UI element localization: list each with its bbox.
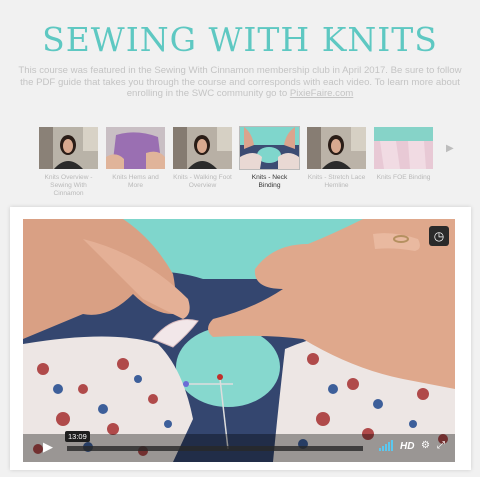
- thumbnail-caption: Knits Hems and More: [112, 174, 159, 189]
- clock-icon[interactable]: ◷: [429, 226, 449, 246]
- thumbnail-image: [374, 127, 433, 169]
- thumbnail-caption: Knits - Neck Binding: [251, 174, 288, 189]
- time-badge: 13:09: [65, 431, 90, 442]
- thumbnail-walking-foot[interactable]: Knits - Walking Foot Overview: [173, 127, 232, 190]
- thumbnail-caption: Knits Overview - Sewing With Cinnamon: [44, 174, 93, 197]
- thumbnail-caption: Knits - Stretch Lace Hemline: [307, 174, 366, 189]
- thumbnail-image: [307, 127, 366, 169]
- progress-track[interactable]: [67, 446, 363, 451]
- thumbnail-neck-binding[interactable]: Knits - Neck Binding: [239, 126, 300, 190]
- thumbnail-image: [239, 126, 300, 170]
- pixiefaire-link[interactable]: PixieFaire.com: [290, 88, 353, 99]
- thumbnail-foe-binding[interactable]: Knits FOE Binding: [374, 127, 433, 182]
- hd-label[interactable]: HD: [400, 441, 414, 452]
- page-title: SEWING WITH KNITS: [42, 20, 438, 59]
- description-text: This course was featured in the Sewing W…: [18, 65, 462, 99]
- thumbnail-image: [39, 127, 98, 169]
- thumbnail-knits-overview[interactable]: Knits Overview - Sewing With Cinnamon: [39, 127, 98, 198]
- video-controls: ▶ 13:09 HD ⚙ △ ⤢: [23, 431, 455, 458]
- thumbnail-stretch-lace[interactable]: Knits - Stretch Lace Hemline: [307, 127, 366, 190]
- play-icon[interactable]: ▶: [37, 439, 59, 455]
- thumbnail-image: [173, 127, 232, 169]
- course-description: This course was featured in the Sewing W…: [18, 65, 462, 100]
- next-arrow-icon[interactable]: ▶: [446, 143, 454, 154]
- thumbnail-knits-hems[interactable]: Knits Hems and More: [106, 127, 165, 190]
- thumbnail-caption: Knits FOE Binding: [376, 174, 431, 181]
- thumbnail-image: [106, 127, 165, 169]
- video-frame[interactable]: [23, 219, 455, 462]
- settings-icon[interactable]: ⚙: [421, 439, 430, 453]
- volume-icon[interactable]: [379, 439, 395, 456]
- fullscreen-icon[interactable]: ⤢: [437, 439, 445, 453]
- thumbnail-caption: Knits - Walking Foot Overview: [173, 174, 232, 189]
